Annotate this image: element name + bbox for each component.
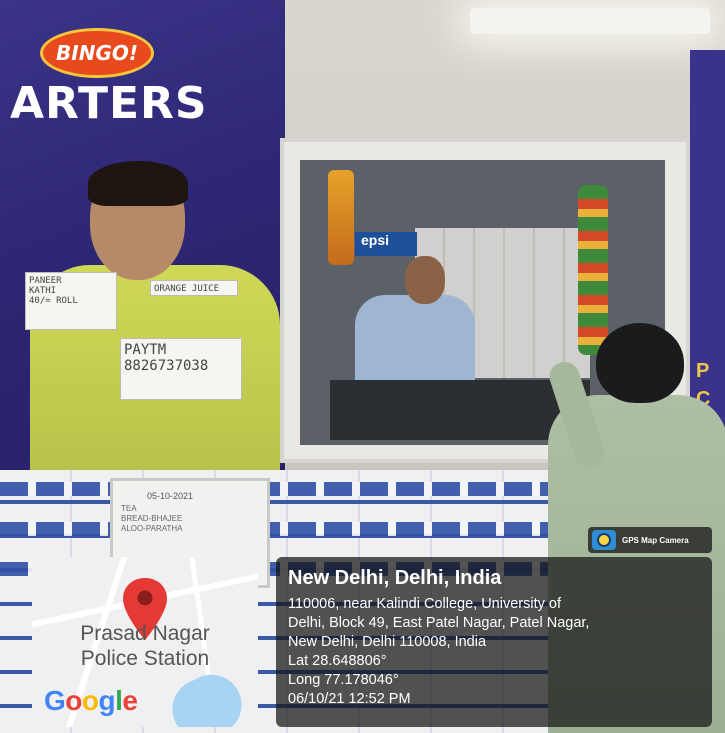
note-line: KATHI bbox=[29, 286, 57, 296]
badge-label: GPS Map Camera bbox=[622, 535, 689, 545]
decorative-garland bbox=[578, 185, 608, 355]
map-water bbox=[162, 665, 252, 727]
paneer-roll-note: PANEER KATHI 40/= ROLL bbox=[25, 272, 117, 330]
note-line: 8826737038 bbox=[124, 358, 209, 374]
longitude: Long 77.178046° bbox=[288, 672, 399, 688]
notice-date: 05-10-2021 bbox=[147, 491, 194, 501]
camera-app-icon bbox=[592, 530, 616, 550]
poster-headline: ARTERS bbox=[10, 78, 208, 129]
location-title: New Delhi, Delhi, India bbox=[288, 567, 502, 589]
address-line: 110006, near Kalindi College, University… bbox=[288, 596, 561, 612]
latitude: Lat 28.648806° bbox=[288, 653, 387, 669]
location-info-panel: New Delhi, Delhi, India 110006, near Kal… bbox=[276, 557, 712, 727]
poster-model-hair bbox=[88, 161, 188, 206]
notice-line: BREAD-BHAJEE bbox=[121, 514, 183, 523]
timestamp: 06/10/21 12:52 PM bbox=[288, 691, 411, 707]
map-thumbnail: Prasad Nagar Police Station Google bbox=[32, 557, 258, 727]
photo-scene: BINGO! ARTERS PANEER KATHI 40/= ROLL ORA… bbox=[0, 0, 725, 733]
address-line: New Delhi, Delhi 110008, India bbox=[288, 634, 487, 650]
map-place-line1: Prasad Nagar bbox=[80, 622, 210, 645]
tube-light bbox=[470, 8, 710, 34]
chips-packets bbox=[328, 170, 354, 265]
note-line: 40/= ROLL bbox=[29, 296, 78, 306]
bingo-logo: BINGO! bbox=[40, 28, 154, 78]
google-logo: Google bbox=[44, 685, 138, 716]
gps-map-camera-badge: GPS Map Camera bbox=[588, 527, 712, 553]
pepsi-sign: epsi bbox=[355, 232, 417, 256]
juice-note: ORANGE JUICE bbox=[150, 280, 238, 296]
notice-line: ALOO-PARATHA bbox=[121, 524, 183, 533]
note-line: PAYTM bbox=[124, 342, 167, 358]
notice-line: TEA bbox=[121, 504, 137, 513]
note-line: PANEER bbox=[29, 276, 62, 286]
right-poster-letter: P bbox=[696, 360, 710, 382]
map-place-line2: Police Station bbox=[80, 647, 210, 670]
bingo-logo-text: BINGO! bbox=[56, 41, 138, 65]
clerk-head bbox=[405, 256, 445, 304]
address-line: Delhi, Block 49, East Patel Nagar, Patel… bbox=[288, 615, 590, 631]
customer-head bbox=[596, 323, 684, 403]
clerk-body bbox=[355, 295, 475, 390]
paytm-note: PAYTM 8826737038 bbox=[120, 338, 242, 400]
